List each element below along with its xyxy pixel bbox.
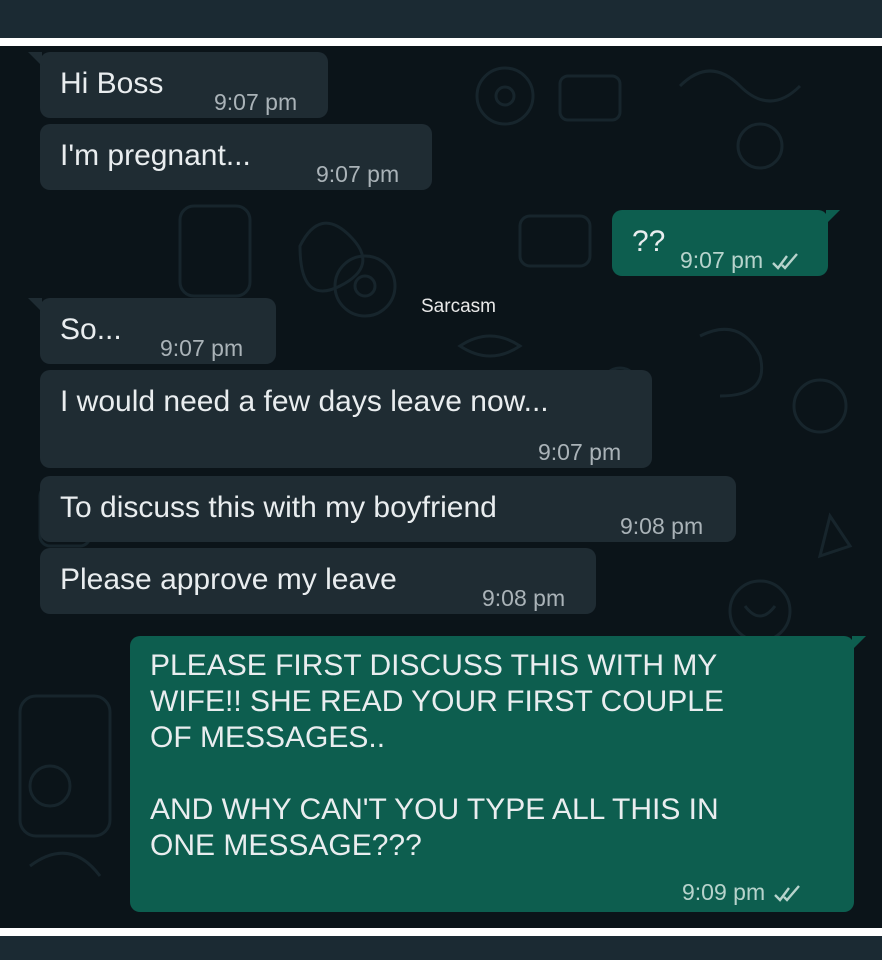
message-text: I would need a few days leave now... bbox=[60, 385, 549, 418]
bubble-tail bbox=[28, 298, 42, 312]
message-time-label: 9:09 pm bbox=[682, 879, 766, 905]
message-text: To discuss this with my boyfriend bbox=[60, 491, 497, 524]
message-bubble-incoming[interactable]: To discuss this with my boyfriend 9:08 p… bbox=[40, 476, 736, 542]
double-check-icon bbox=[774, 885, 801, 902]
message-bubble-incoming[interactable]: I would need a few days leave now... 9:0… bbox=[40, 370, 652, 468]
message-bubble-outgoing[interactable]: ?? 9:07 pm bbox=[612, 210, 840, 278]
message-bubble-incoming[interactable]: So... 9:07 pm bbox=[28, 298, 276, 364]
message-text: I'm pregnant... bbox=[60, 139, 251, 172]
message-time: 9:07 pm bbox=[538, 439, 622, 465]
double-check-icon bbox=[772, 253, 799, 270]
message-text: PLEASE FIRST DISCUSS THIS WITH MY WIFE!!… bbox=[150, 649, 724, 862]
bubble-tail bbox=[852, 636, 866, 650]
message-text: Please approve my leave bbox=[60, 563, 397, 596]
message-time: 9:08 pm bbox=[620, 513, 704, 539]
message-text: Hi Boss bbox=[60, 67, 164, 100]
chat-conversation: Sarcasm Hi Boss 9:07 pm I'm pregnant... … bbox=[0, 46, 882, 928]
message-bubble-incoming[interactable]: I'm pregnant... 9:07 pm bbox=[40, 124, 432, 190]
message-text: So... bbox=[60, 313, 122, 346]
top-frame-bar bbox=[0, 0, 882, 38]
bubble-tail bbox=[28, 52, 42, 66]
message-bubble-incoming[interactable]: Hi Boss 9:07 pm bbox=[28, 52, 328, 118]
watermark-text: Sarcasm bbox=[421, 296, 496, 317]
message-time: 9:07 pm bbox=[316, 161, 400, 187]
message-time: 9:07 pm bbox=[214, 89, 298, 115]
bottom-frame-bar bbox=[0, 936, 882, 960]
message-time: 9:07 pm bbox=[680, 242, 801, 278]
message-bubble-incoming[interactable]: Please approve my leave 9:08 pm bbox=[40, 548, 596, 614]
message-bubble-outgoing[interactable]: PLEASE FIRST DISCUSS THIS WITH MY WIFE!!… bbox=[130, 636, 866, 912]
message-text: ?? bbox=[632, 225, 666, 258]
message-time: 9:07 pm bbox=[160, 335, 244, 361]
bubble-tail bbox=[826, 210, 840, 224]
message-time: 9:09 pm bbox=[682, 874, 803, 910]
message-time-label: 9:07 pm bbox=[680, 247, 764, 273]
message-time: 9:08 pm bbox=[482, 585, 566, 611]
